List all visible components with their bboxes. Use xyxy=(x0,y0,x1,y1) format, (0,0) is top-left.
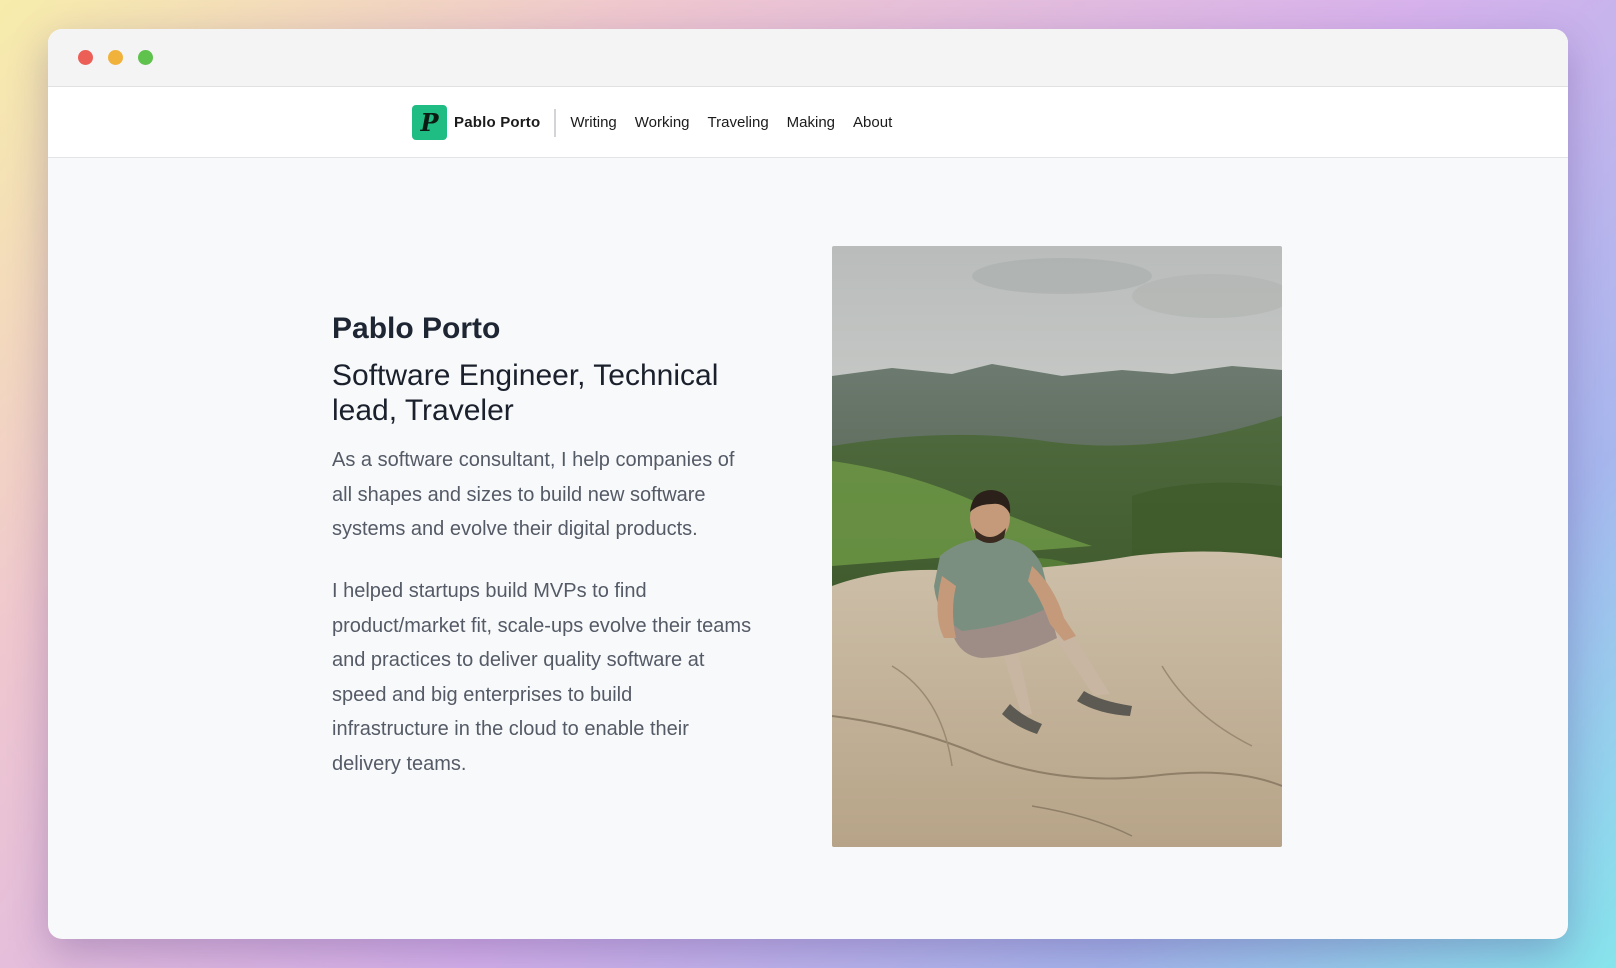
nav-container: P Pablo Porto Writing Working Traveling … xyxy=(412,105,910,140)
nav-divider xyxy=(554,108,557,137)
minimize-window-button[interactable] xyxy=(108,50,123,65)
profile-photo xyxy=(832,246,1282,847)
nav-link-writing[interactable]: Writing xyxy=(570,114,616,131)
browser-window: P Pablo Porto Writing Working Traveling … xyxy=(48,29,1568,939)
hero-section: Pablo Porto Software Engineer, Technical… xyxy=(48,158,1568,939)
nav-link-making[interactable]: Making xyxy=(787,114,835,131)
nav-link-working[interactable]: Working xyxy=(635,114,690,131)
site-navbar: P Pablo Porto Writing Working Traveling … xyxy=(48,87,1568,158)
zoom-window-button[interactable] xyxy=(138,50,153,65)
site-logo-icon[interactable]: P xyxy=(412,105,447,140)
hero-tagline: Software Engineer, Technical lead, Trave… xyxy=(332,359,719,427)
close-window-button[interactable] xyxy=(78,50,93,65)
nav-link-about[interactable]: About xyxy=(853,114,892,131)
hero-name: Pablo Porto xyxy=(332,312,501,345)
site-brand-name[interactable]: Pablo Porto xyxy=(454,114,540,131)
hero-paragraph-experience: I helped startups build MVPs to find pro… xyxy=(332,580,752,775)
hero-paragraph-consultant: As a software consultant, I help compani… xyxy=(332,449,735,540)
nav-link-traveling[interactable]: Traveling xyxy=(708,114,769,131)
window-titlebar xyxy=(48,29,1568,87)
